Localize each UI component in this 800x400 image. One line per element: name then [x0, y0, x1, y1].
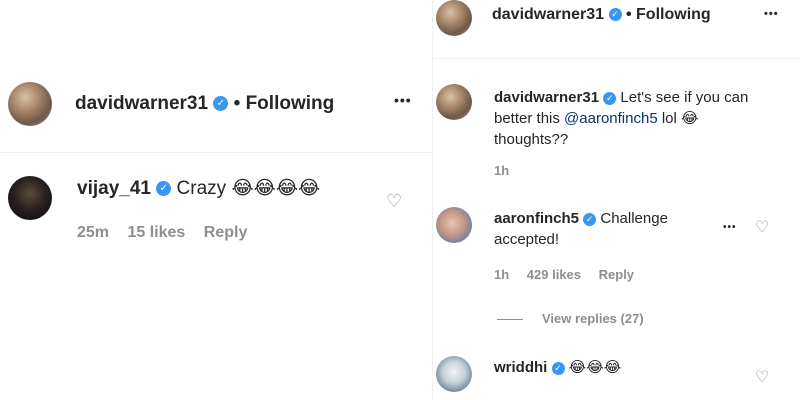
- view-replies-button[interactable]: View replies (27): [542, 311, 644, 326]
- likes-count-link[interactable]: 429 likes: [527, 267, 581, 282]
- header-divider: [433, 58, 800, 59]
- more-options-icon[interactable]: •••: [764, 8, 779, 20]
- laughing-emoji-icon: 😂: [681, 110, 699, 127]
- header-divider: [0, 152, 432, 153]
- verified-badge-icon: ✓: [213, 96, 229, 112]
- verified-badge-icon: ✓: [551, 361, 565, 375]
- following-button[interactable]: Following: [246, 93, 335, 114]
- comment-meta: 1h 429 likes Reply: [494, 267, 634, 282]
- more-options-icon[interactable]: •••: [394, 92, 412, 108]
- caption-username-link[interactable]: davidwarner31: [494, 89, 599, 106]
- laughing-emoji-icon: 😂😂😂: [568, 359, 622, 376]
- comment-timestamp: 25m: [77, 224, 110, 241]
- username-link[interactable]: davidwarner31: [492, 6, 604, 23]
- comment-body: aaronfinch5 ✓ Challenge accepted!: [494, 208, 724, 250]
- comment-timestamp: 1h: [494, 267, 510, 282]
- caption-line3: thoughts??: [494, 131, 569, 148]
- mention-link[interactable]: @aaronfinch5: [564, 110, 658, 127]
- post-header-left: davidwarner31 ✓ • Following: [75, 93, 334, 115]
- caption-avatar[interactable]: [436, 84, 472, 120]
- commenter-avatar[interactable]: [436, 207, 472, 243]
- heart-icon[interactable]: ♡: [755, 217, 769, 237]
- avatar[interactable]: [8, 82, 52, 126]
- separator-dot: •: [233, 93, 241, 114]
- reply-button[interactable]: Reply: [599, 267, 634, 282]
- panel-divider: [432, 0, 433, 400]
- likes-count-link[interactable]: 15 likes: [127, 224, 185, 241]
- commenter-avatar[interactable]: [436, 356, 472, 392]
- verified-badge-icon: ✓: [156, 181, 172, 197]
- caption-body: davidwarner31 ✓ Let's see if you can bet…: [494, 87, 769, 150]
- username-link[interactable]: davidwarner31: [75, 93, 208, 114]
- comment-more-options-icon[interactable]: •••: [723, 222, 737, 233]
- view-replies-line: [497, 319, 523, 320]
- verified-badge-icon: ✓: [608, 8, 622, 22]
- heart-icon[interactable]: ♡: [386, 191, 402, 212]
- reply-button[interactable]: Reply: [204, 224, 248, 241]
- following-button[interactable]: Following: [636, 6, 711, 23]
- heart-icon[interactable]: ♡: [755, 367, 769, 387]
- comment-body: vijay_41 ✓ Crazy 😂😂😂😂: [77, 177, 320, 200]
- comment-username-link[interactable]: wriddhi: [494, 359, 547, 376]
- laughing-emoji-icon: 😂😂😂😂: [231, 178, 321, 199]
- caption-timestamp: 1h: [494, 163, 510, 178]
- commenter-avatar[interactable]: [8, 176, 52, 220]
- avatar[interactable]: [436, 0, 472, 36]
- verified-badge-icon: ✓: [583, 212, 597, 226]
- separator-dot: •: [625, 6, 632, 23]
- comment-meta: 25m 15 likes Reply: [77, 224, 247, 242]
- comment-text: Crazy: [176, 178, 227, 199]
- caption-text-after: lol: [657, 110, 682, 127]
- comment-body: wriddhi ✓ 😂😂😂: [494, 358, 621, 376]
- post-header-right: davidwarner31 ✓ • Following: [492, 6, 711, 24]
- comment-username-link[interactable]: vijay_41: [77, 178, 151, 199]
- verified-badge-icon: ✓: [603, 91, 617, 105]
- comment-username-link[interactable]: aaronfinch5: [494, 210, 579, 227]
